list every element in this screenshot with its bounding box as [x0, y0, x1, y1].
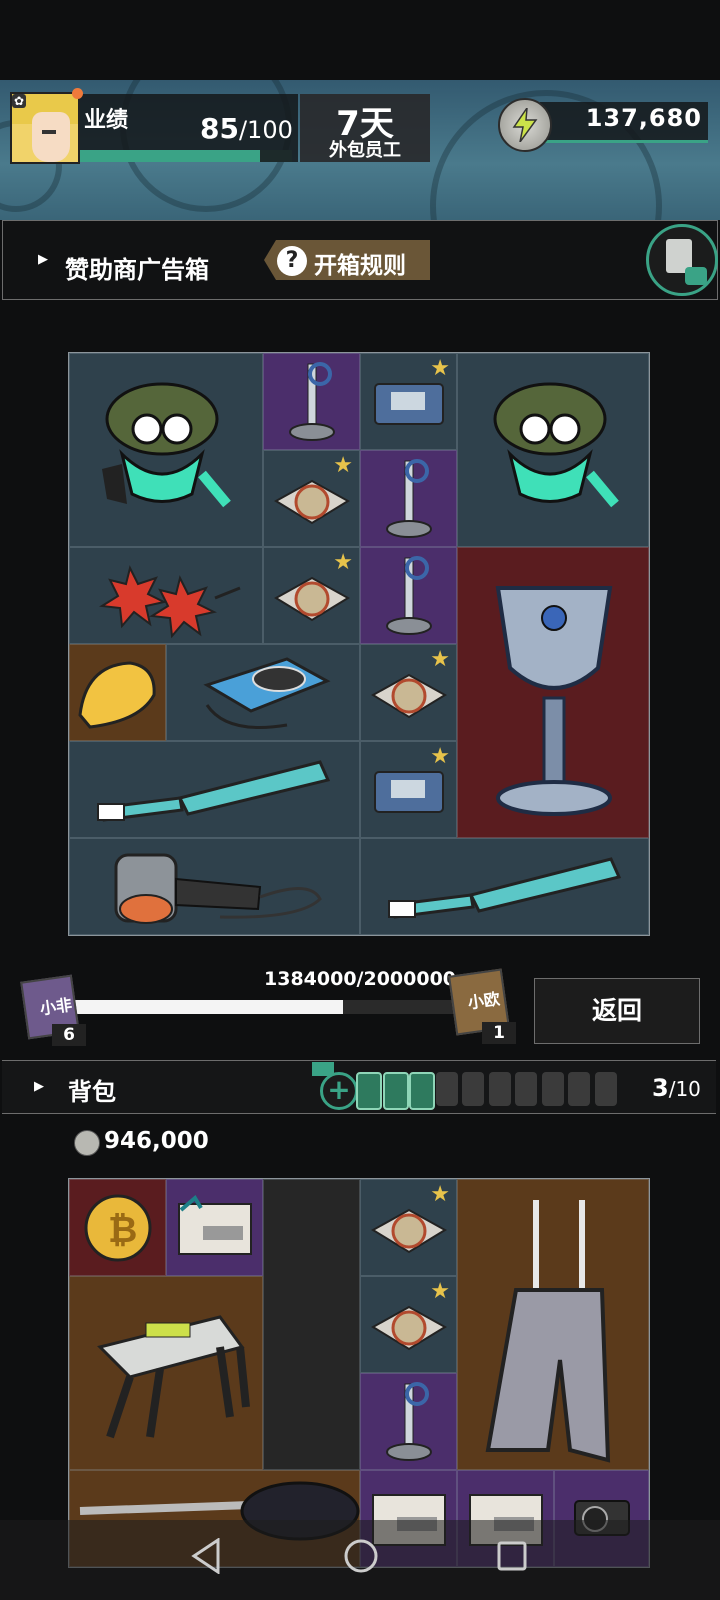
performance-max: /100: [238, 116, 293, 144]
grid-item-sword[interactable]: [263, 353, 360, 450]
rules-label[interactable]: 开箱规则: [314, 246, 406, 280]
performance-label: 业绩: [84, 108, 129, 133]
battery-filled-icon: [409, 1072, 435, 1110]
star-icon: ★: [430, 647, 450, 672]
backpack-grid: ₿ ★ ★: [68, 1178, 650, 1568]
back-nav-icon[interactable]: [190, 1538, 222, 1574]
backpack-item-disc[interactable]: ★: [360, 1276, 457, 1373]
battery-filled-icon: [382, 1072, 409, 1110]
grid-item-id-card[interactable]: ★: [360, 741, 457, 838]
backpack-empty-slot[interactable]: [263, 1179, 360, 1470]
backpack-count-current: 3: [652, 1074, 669, 1102]
energy-underline: [540, 140, 708, 143]
battery-empty-icon: [568, 1072, 590, 1106]
return-button[interactable]: 返回: [534, 978, 700, 1044]
question-mark-icon[interactable]: ?: [277, 246, 307, 276]
performance-bar-fill: [80, 150, 261, 162]
notification-dot: [72, 88, 83, 99]
backpack-title: 背包: [68, 1078, 116, 1106]
progress-text: 1384000/2000000: [264, 968, 457, 990]
battery-empty-icon: [541, 1072, 564, 1106]
star-icon: ★: [430, 356, 450, 381]
clipboard-search-icon[interactable]: [646, 224, 718, 296]
star-icon: ★: [430, 1279, 450, 1304]
box-title: 赞助商广告箱: [65, 256, 209, 284]
backpack-count: 3/10: [652, 1074, 701, 1102]
grid-item-sword[interactable]: [360, 547, 457, 644]
battery-filled-icon: [356, 1072, 382, 1110]
star-icon: ★: [430, 744, 450, 769]
coins-value: 946,000: [104, 1128, 209, 1154]
grid-item-trophy[interactable]: [457, 547, 649, 838]
backpack-count-max: /10: [668, 1077, 701, 1101]
grid-item-sunglasses[interactable]: [69, 547, 263, 644]
grid-item-toothbrush[interactable]: [360, 838, 649, 935]
gear-icon[interactable]: ✿: [12, 94, 26, 108]
card-left-glyph: 小非: [38, 995, 74, 1019]
role-label: 外包员工: [329, 140, 401, 161]
performance-score: 85/100: [200, 112, 293, 145]
right-card-count: 1: [482, 1022, 516, 1044]
grid-item-hair-dryer[interactable]: [69, 838, 360, 935]
battery-empty-icon: [515, 1072, 537, 1106]
svg-text:₿: ₿: [108, 1210, 137, 1251]
backpack-item-bitcoin[interactable]: ₿: [69, 1179, 166, 1276]
backpack-item-overalls[interactable]: [457, 1179, 649, 1470]
grid-item-toothbrush[interactable]: [69, 741, 360, 838]
progress-bar: [66, 1000, 466, 1014]
backpack-item-sword[interactable]: [360, 1373, 457, 1470]
grid-item-cd-player[interactable]: [166, 644, 360, 741]
box-grid: ★ ★ ★ ★ ★: [68, 352, 650, 936]
recents-nav-icon[interactable]: [496, 1538, 528, 1574]
backpack-item-ticket[interactable]: [166, 1179, 263, 1276]
star-icon: ★: [333, 453, 353, 478]
lightning-coin-icon: [74, 1130, 100, 1156]
star-icon: ★: [333, 550, 353, 575]
battery-empty-icon: [435, 1072, 458, 1106]
grid-item-disc[interactable]: ★: [360, 644, 457, 741]
backpack-item-robot-dog[interactable]: [69, 1276, 263, 1470]
star-icon: ★: [430, 1182, 450, 1207]
performance-value: 85: [200, 112, 239, 145]
backpack-item-disc[interactable]: ★: [360, 1179, 457, 1276]
performance-bar: [80, 150, 292, 162]
battery-empty-icon: [594, 1072, 617, 1106]
grid-item-cheese[interactable]: [69, 644, 166, 741]
grid-item-id-card[interactable]: ★: [360, 353, 457, 450]
triangle-right-icon: ▶: [34, 1079, 44, 1094]
energy-value: 137,680: [585, 104, 702, 132]
triangle-right-icon: ▶: [38, 252, 48, 267]
card-right-glyph: 小欧: [466, 989, 502, 1013]
grid-item-disc[interactable]: ★: [263, 547, 360, 644]
left-card-count: 6: [52, 1024, 86, 1046]
grid-item-frog[interactable]: [457, 353, 649, 547]
add-capacity-button[interactable]: +: [320, 1072, 358, 1110]
battery-empty-icon: [462, 1072, 484, 1106]
battery-empty-icon: [488, 1072, 511, 1106]
grid-item-disc[interactable]: ★: [263, 450, 360, 547]
grid-item-frog[interactable]: [69, 353, 263, 547]
home-nav-icon[interactable]: [343, 1538, 379, 1574]
progress-bar-fill: [66, 1000, 343, 1014]
grid-item-sword[interactable]: [360, 450, 457, 547]
